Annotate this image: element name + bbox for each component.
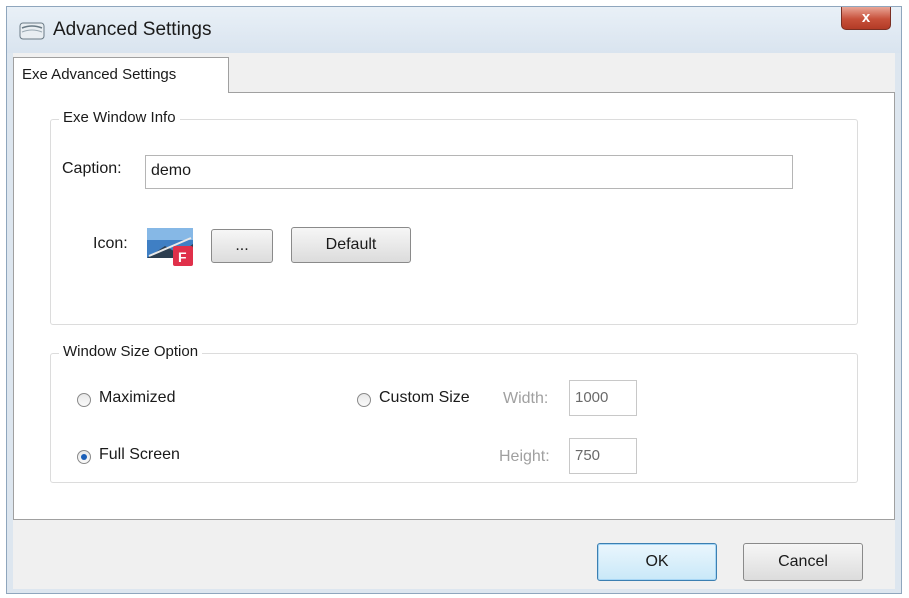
ok-button[interactable]: OK	[597, 543, 717, 581]
browse-icon-button[interactable]: ...	[211, 229, 273, 263]
dialog-client-area: Exe Advanced Settings Exe Window Info Ca…	[13, 53, 895, 589]
exe-window-info-legend: Exe Window Info	[59, 109, 180, 126]
advanced-settings-dialog: Advanced Settings x Exe Advanced Setting…	[6, 6, 902, 594]
full-screen-radio-dot	[81, 454, 87, 460]
default-icon-button[interactable]: Default	[291, 227, 411, 263]
width-input[interactable]: 1000	[569, 380, 637, 416]
tab-exe-advanced-settings[interactable]: Exe Advanced Settings	[13, 57, 229, 93]
close-icon: x	[861, 9, 871, 26]
tab-page: Exe Window Info Caption: demo Icon: F ..…	[13, 92, 895, 520]
dialog-window-icon	[19, 22, 45, 40]
maximized-radio-circle[interactable]	[77, 393, 91, 407]
height-input[interactable]: 750	[569, 438, 637, 474]
height-label: Height:	[499, 448, 550, 465]
width-label: Width:	[503, 390, 549, 407]
full-screen-radio-circle[interactable]	[77, 450, 91, 464]
close-button[interactable]: x	[841, 7, 891, 30]
maximized-label: Maximized	[99, 389, 176, 406]
custom-size-radio-circle[interactable]	[357, 393, 371, 407]
svg-text:F: F	[178, 249, 187, 265]
maximized-radio[interactable]: Maximized	[77, 389, 217, 411]
icon-label: Icon:	[93, 235, 128, 252]
window-size-option-legend: Window Size Option	[59, 343, 203, 360]
caption-input[interactable]: demo	[145, 155, 793, 189]
full-screen-radio[interactable]: Full Screen	[77, 446, 217, 468]
window-title: Advanced Settings	[53, 19, 212, 40]
caption-label: Caption:	[62, 160, 122, 177]
title-bar[interactable]: Advanced Settings x	[7, 7, 901, 53]
custom-size-label: Custom Size	[379, 389, 470, 406]
window-size-option-group: Window Size Option Maximized Custom Size…	[50, 343, 858, 483]
exe-window-info-group: Exe Window Info Caption: demo Icon: F ..…	[50, 109, 858, 325]
custom-size-radio[interactable]: Custom Size	[357, 389, 497, 411]
exe-f-icon: F	[147, 228, 193, 266]
full-screen-label: Full Screen	[99, 446, 180, 463]
cancel-button[interactable]: Cancel	[743, 543, 863, 581]
